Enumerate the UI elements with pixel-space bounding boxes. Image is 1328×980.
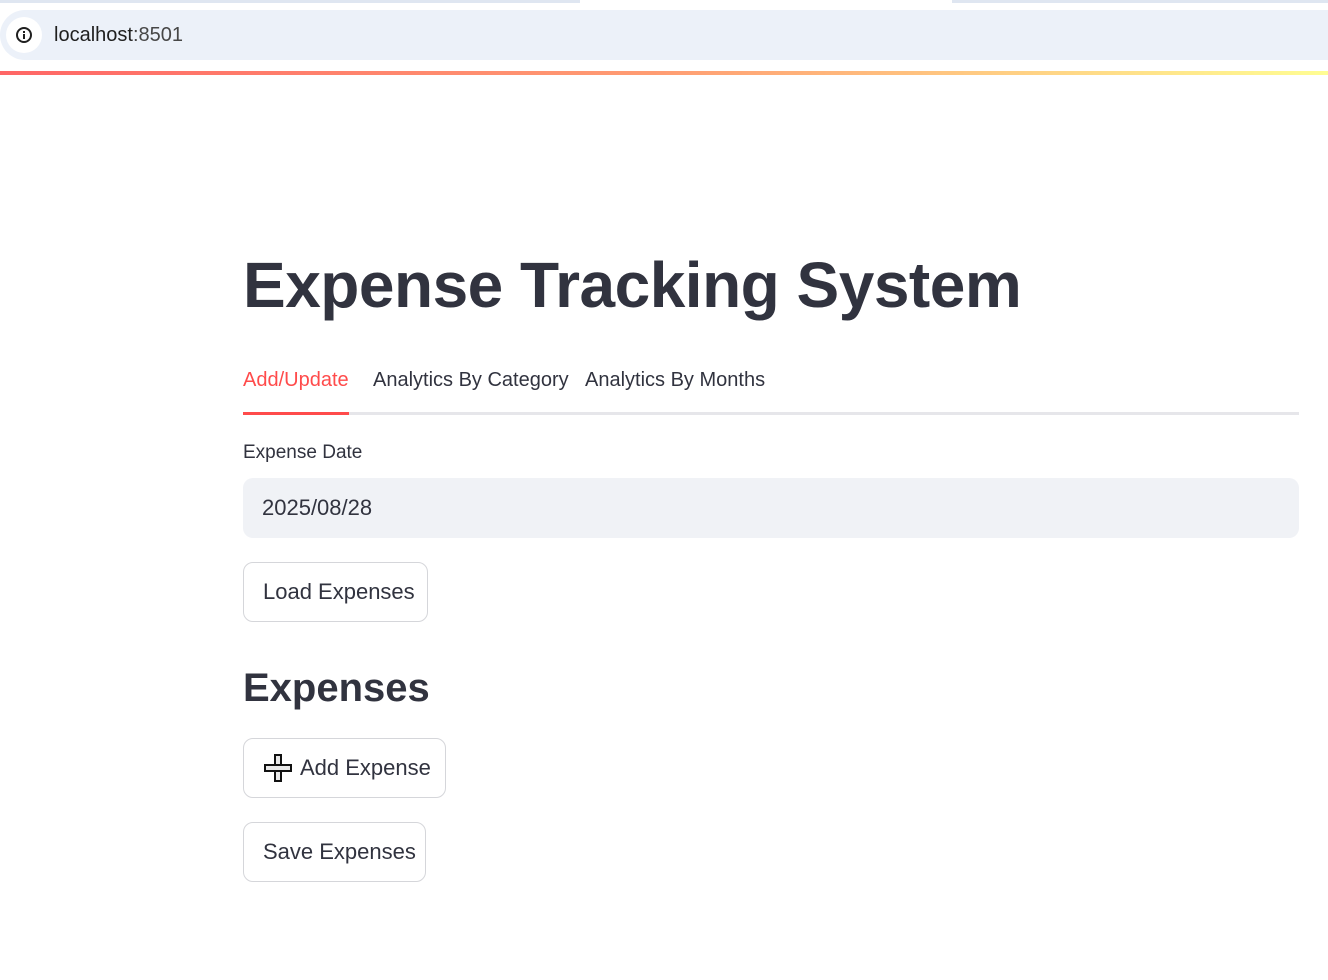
expenses-heading: Expenses: [243, 666, 430, 710]
active-tab-indicator: [243, 412, 349, 415]
expense-date-label: Expense Date: [243, 442, 363, 463]
load-expenses-button[interactable]: Load Expenses: [243, 562, 428, 622]
app-header-decoration: [0, 71, 1328, 75]
save-expenses-button[interactable]: Save Expenses: [243, 822, 426, 882]
url-port: :8501: [132, 24, 183, 46]
tab-analytics-by-months[interactable]: Analytics By Months: [585, 368, 765, 392]
site-info-button[interactable]: [6, 17, 42, 53]
expense-date-input[interactable]: [243, 478, 1299, 538]
add-expense-label: Add Expense: [300, 755, 431, 780]
add-expense-button[interactable]: Add Expense: [243, 738, 446, 798]
info-icon: [16, 27, 32, 43]
address-bar[interactable]: localhost:8501: [0, 10, 1328, 60]
tab-add-update[interactable]: Add/Update: [243, 368, 349, 392]
url-text[interactable]: localhost:8501: [54, 23, 183, 47]
active-tab-gap: [580, 0, 952, 3]
page-title: Expense Tracking System: [243, 249, 1022, 321]
tab-analytics-by-category[interactable]: Analytics By Category: [373, 368, 569, 392]
url-host: localhost: [54, 24, 133, 46]
tab-bar: Add/Update Analytics By Category Analyti…: [243, 362, 1299, 415]
plus-icon: [264, 754, 292, 782]
browser-chrome: localhost:8501: [0, 0, 1328, 72]
